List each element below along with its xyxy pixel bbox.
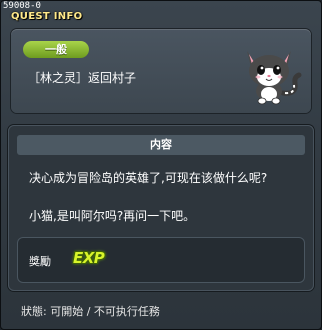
reward-label: 獎勵 <box>29 255 51 268</box>
window-title: QUEST INFO <box>11 11 83 22</box>
reward-box: 獎勵 EXP <box>17 237 305 283</box>
quest-description-line-2: 小猫,是叫阿尔吗?再问一下吧。 <box>29 209 196 223</box>
quest-name: ［林之灵］返回村子 <box>28 71 137 85</box>
exp-icon[interactable]: EXP <box>73 249 105 267</box>
quest-summary-panel: 一般 ［林之灵］返回村子 <box>11 29 311 113</box>
quest-description-line-1: 决心成为冒险岛的英雄了,可现在该做什么呢? <box>29 171 268 185</box>
cat-npc-icon <box>233 37 305 109</box>
quest-id: 59008-0 <box>3 1 41 11</box>
content-header: 内容 <box>17 135 305 155</box>
quest-category-badge: 一般 <box>23 41 89 58</box>
content-panel: 内容 决心成为冒险岛的英雄了,可现在该做什么呢? 小猫,是叫阿尔吗?再问一下吧。… <box>8 125 314 291</box>
quest-info-window: 59008-0 QUEST INFO 一般 ［林之灵］返回村子 内容 决心成为冒… <box>0 0 322 330</box>
quest-status: 狀態: 可開始 / 不可执行任務 <box>21 305 160 318</box>
